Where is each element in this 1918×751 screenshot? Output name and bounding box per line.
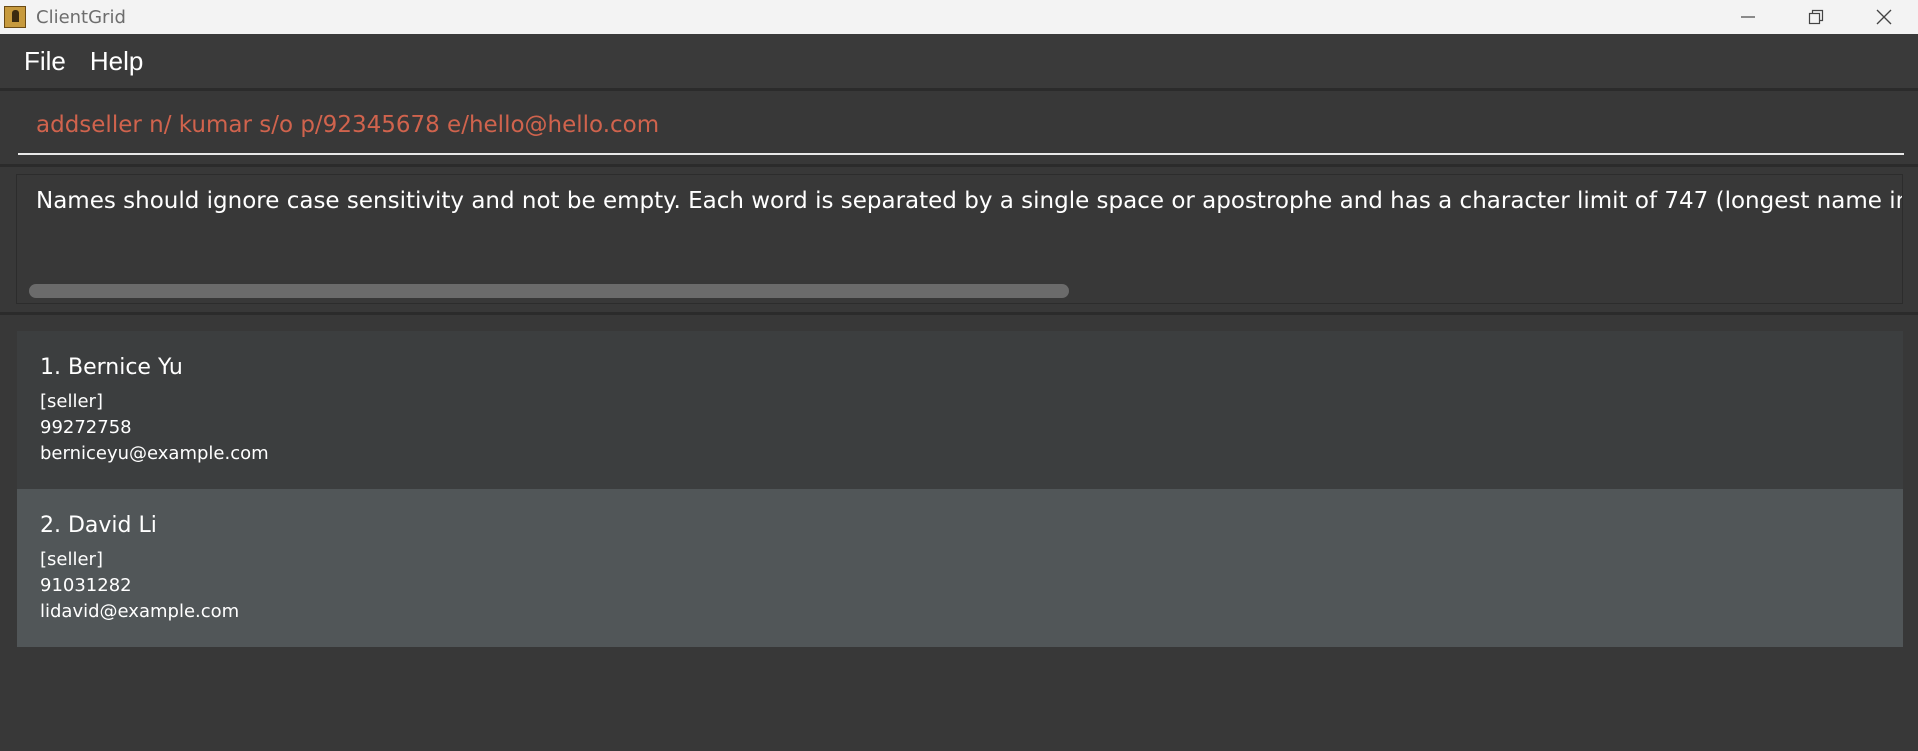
minimize-button[interactable] xyxy=(1714,0,1782,34)
client-card[interactable]: 1. Bernice Yu [seller] 99272758 bernicey… xyxy=(17,331,1903,489)
client-card[interactable]: 2. David Li [seller] 91031282 lidavid@ex… xyxy=(17,489,1903,647)
client-tag: [seller] xyxy=(40,549,103,570)
title-bar: ClientGrid xyxy=(0,0,1918,34)
minimize-icon xyxy=(1741,16,1755,18)
client-name: 2. David Li xyxy=(40,513,157,538)
client-phone: 91031282 xyxy=(40,575,132,596)
menu-file[interactable]: File xyxy=(12,46,78,77)
result-display[interactable]: Names should ignore case sensitivity and… xyxy=(16,174,1903,304)
client-email: berniceyu@example.com xyxy=(40,443,269,464)
window-controls xyxy=(1714,0,1918,34)
divider xyxy=(0,164,1918,167)
window-title: ClientGrid xyxy=(36,6,126,28)
horizontal-scrollbar[interactable] xyxy=(29,284,1069,298)
menu-help[interactable]: Help xyxy=(78,46,155,77)
command-box xyxy=(0,91,1918,162)
client-email: lidavid@example.com xyxy=(40,601,240,622)
result-message: Names should ignore case sensitivity and… xyxy=(36,188,1903,214)
menu-bar: File Help xyxy=(0,34,1918,88)
close-icon xyxy=(1876,9,1892,25)
client-phone: 99272758 xyxy=(40,417,132,438)
divider xyxy=(0,312,1918,315)
restore-icon xyxy=(1808,9,1824,25)
close-button[interactable] xyxy=(1850,0,1918,34)
client-name: 1. Bernice Yu xyxy=(40,355,183,380)
client-tag: [seller] xyxy=(40,391,103,412)
client-list: 1. Bernice Yu [seller] 99272758 bernicey… xyxy=(0,317,1918,751)
restore-button[interactable] xyxy=(1782,0,1850,34)
app-icon xyxy=(4,6,26,28)
command-underline xyxy=(18,153,1904,155)
command-input[interactable] xyxy=(18,105,1904,145)
